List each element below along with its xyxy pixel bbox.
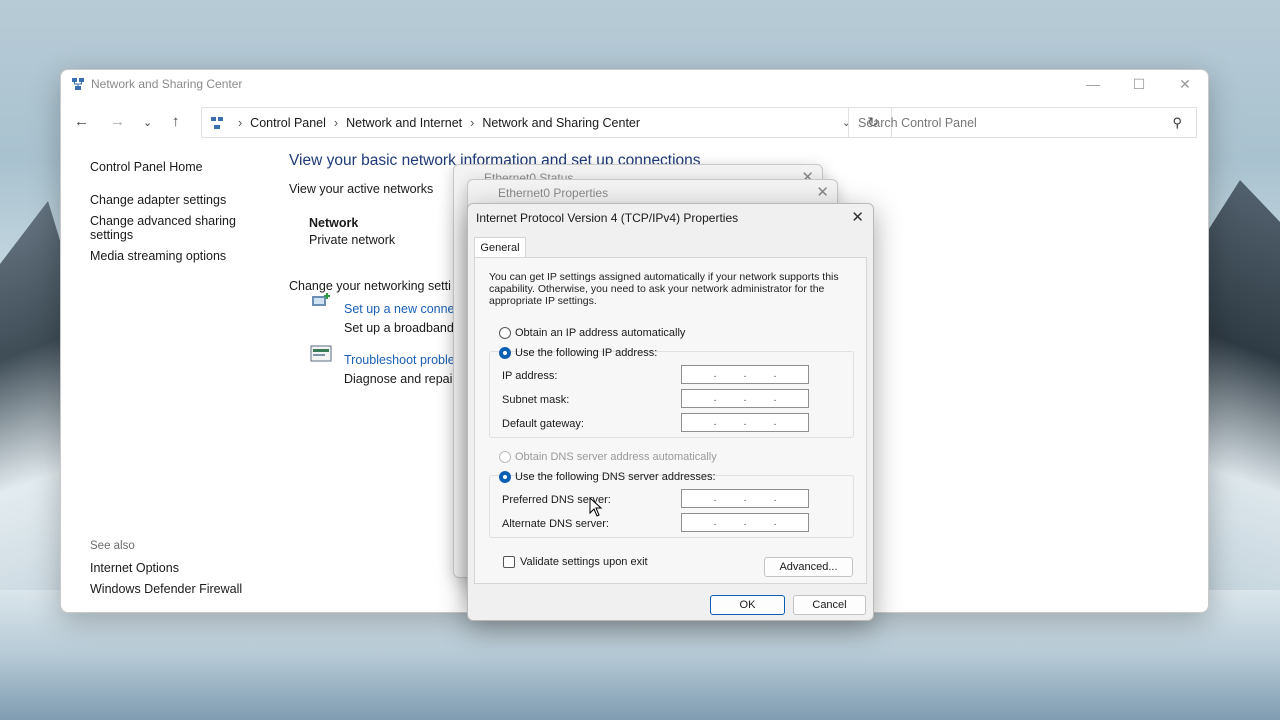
breadcrumb-network-internet[interactable]: Network and Internet (346, 116, 462, 130)
radio-checked-icon (499, 347, 511, 359)
sidebar-item-firewall[interactable]: Windows Defender Firewall (90, 582, 242, 596)
alternate-dns-field[interactable]: ... (681, 513, 809, 532)
minimize-button[interactable]: — (1070, 70, 1116, 98)
sidebar-item-adapter[interactable]: Change adapter settings (90, 193, 226, 207)
default-gateway-label: Default gateway: (502, 418, 584, 430)
wallpaper-mountain-right (1200, 180, 1280, 600)
sidebar-item-home[interactable]: Control Panel Home (90, 160, 203, 174)
close-icon[interactable]: ✕ (851, 208, 864, 226)
ip-manual-label: Use the following IP address: (515, 347, 658, 359)
radio-checked-icon (499, 471, 511, 483)
navigation-bar: ← → ⌄ ↑ › Control Panel › Network and In… (61, 107, 1208, 139)
setup-connection-link[interactable]: Set up a new connec (344, 302, 461, 316)
ip-auto-radio[interactable]: Obtain an IP address automatically (499, 327, 685, 339)
preferred-dns-field[interactable]: ... (681, 489, 809, 508)
breadcrumb-network-sharing[interactable]: Network and Sharing Center (482, 116, 640, 130)
breadcrumb-separator-icon: › (333, 115, 339, 130)
ip-auto-label: Obtain an IP address automatically (515, 327, 686, 339)
default-gateway-field[interactable]: ... (681, 413, 809, 432)
ipv4-description: You can get IP settings assigned automat… (489, 271, 839, 307)
ip-manual-radio[interactable]: Use the following IP address: (499, 347, 657, 359)
close-button[interactable]: ✕ (1162, 70, 1208, 98)
up-arrow-icon[interactable]: ↑ (172, 113, 180, 130)
new-connection-icon (309, 290, 333, 314)
troubleshoot-icon (309, 342, 333, 366)
network-type: Private network (309, 233, 396, 247)
subnet-mask-label: Subnet mask: (502, 394, 570, 406)
sidebar-item-advanced-sharing[interactable]: Change advanced sharing settings (90, 214, 250, 242)
ipv4-properties-dialog: Internet Protocol Version 4 (TCP/IPv4) P… (467, 203, 874, 621)
troubleshoot-link[interactable]: Troubleshoot proble (344, 353, 455, 367)
control-panel-icon (210, 116, 224, 130)
breadcrumb-separator-icon: › (238, 115, 243, 130)
recent-locations-chevron-icon[interactable]: ⌄ (143, 116, 152, 129)
active-networks-heading: View your active networks (289, 182, 434, 196)
mouse-cursor-icon (589, 497, 603, 517)
setup-connection-desc: Set up a broadband, (344, 321, 458, 335)
validate-checkbox[interactable]: Validate settings upon exit (503, 556, 648, 568)
dns-auto-label: Obtain DNS server address automatically (515, 451, 717, 463)
breadcrumb-control-panel[interactable]: Control Panel (250, 116, 326, 130)
troubleshoot-desc: Diagnose and repair (344, 372, 457, 386)
network-name: Network (309, 216, 359, 230)
search-input[interactable]: Search Control Panel ⚲ (848, 107, 1197, 138)
validate-label: Validate settings upon exit (520, 556, 648, 568)
tab-general[interactable]: General (474, 237, 526, 258)
general-panel: You can get IP settings assigned automat… (474, 257, 867, 584)
subnet-mask-field[interactable]: ... (681, 389, 809, 408)
dns-auto-radio[interactable]: Obtain DNS server address automatically (499, 451, 717, 463)
dns-manual-radio[interactable]: Use the following DNS server addresses: (499, 471, 716, 483)
network-icon (71, 77, 85, 91)
window-controls: — ☐ ✕ (1070, 70, 1208, 98)
radio-disabled-icon (499, 451, 511, 463)
sidebar-item-media-streaming[interactable]: Media streaming options (90, 249, 226, 263)
radio-unchecked-icon (499, 327, 511, 339)
checkbox-unchecked-icon (503, 556, 515, 568)
cancel-button[interactable]: Cancel (793, 595, 866, 615)
maximize-button[interactable]: ☐ (1116, 70, 1162, 98)
ip-address-label: IP address: (502, 370, 558, 382)
advanced-button[interactable]: Advanced... (764, 557, 853, 577)
dns-manual-label: Use the following DNS server addresses: (515, 471, 716, 483)
ip-address-field[interactable]: ... (681, 365, 809, 384)
ipv4-dialog-title: Internet Protocol Version 4 (TCP/IPv4) P… (476, 211, 739, 225)
properties-dialog-header: Ethernet0 Properties ✕ (468, 180, 837, 201)
sidebar-item-internet-options[interactable]: Internet Options (90, 561, 179, 575)
back-arrow-icon[interactable]: ← (74, 113, 89, 130)
see-also-heading: See also (90, 540, 135, 552)
forward-arrow-icon[interactable]: → (110, 113, 125, 130)
title-bar: Network and Sharing Center (61, 70, 1208, 98)
close-icon[interactable]: ✕ (816, 183, 829, 201)
alternate-dns-label: Alternate DNS server: (502, 518, 609, 530)
breadcrumb-separator-icon: › (470, 115, 475, 130)
search-placeholder: Search Control Panel (858, 115, 977, 130)
address-bar[interactable]: › Control Panel › Network and Internet ›… (201, 107, 892, 138)
window-title: Network and Sharing Center (91, 77, 243, 91)
properties-dialog-title: Ethernet0 Properties (498, 186, 609, 200)
ok-button[interactable]: OK (710, 595, 785, 615)
search-icon[interactable]: ⚲ (1172, 115, 1182, 131)
